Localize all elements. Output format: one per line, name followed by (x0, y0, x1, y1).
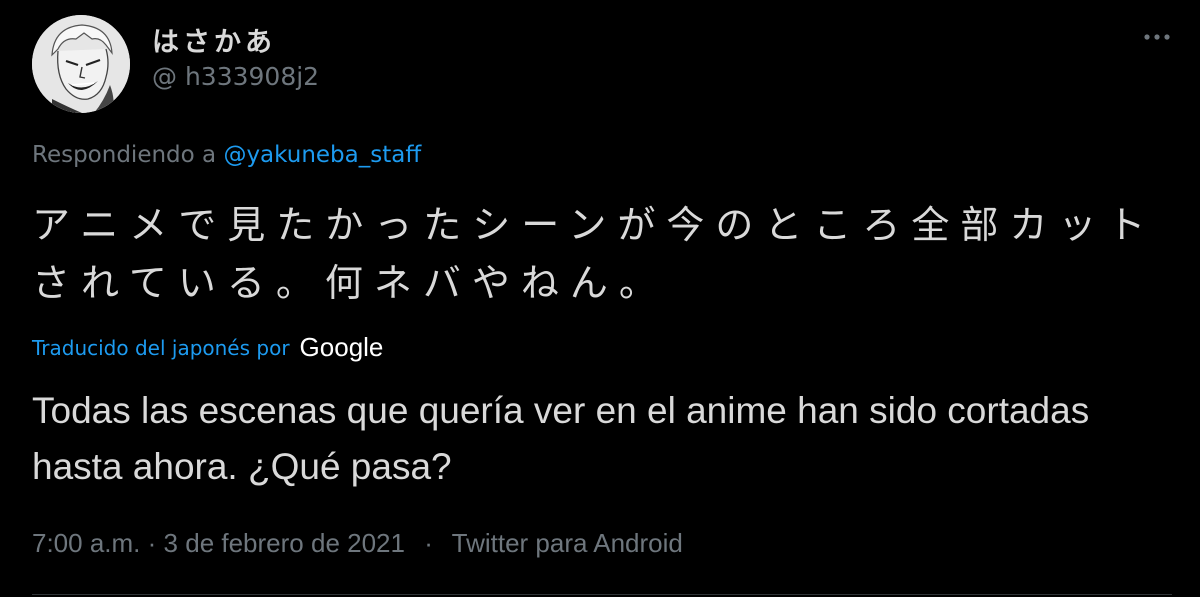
tweet-time-link[interactable]: 7:00 a.m. (32, 528, 140, 558)
avatar[interactable] (32, 15, 130, 113)
more-dots-icon (1144, 34, 1170, 40)
tweet-source-link[interactable]: Twitter para Android (452, 528, 683, 558)
meta-dot-separator: · (424, 528, 433, 558)
replying-to: Respondiendo a @yakuneba_staff (32, 142, 421, 168)
author-handle[interactable]: @ h333908j2 (152, 62, 319, 91)
translation-attribution-label: Traducido del japonés por (32, 335, 290, 360)
translation-attribution[interactable]: Traducido del japonés por Google (32, 332, 383, 363)
tweet: はさかあ @ h333908j2 Respondiendo a @yakuneb… (0, 0, 1200, 597)
divider (32, 594, 1172, 595)
more-options-button[interactable] (1135, 22, 1179, 52)
google-logo: Google (299, 332, 384, 362)
meta-dot-separator: · (147, 528, 157, 558)
replying-to-mention-link[interactable]: @yakuneba_staff (223, 142, 421, 168)
author-display-name[interactable]: はさかあ (152, 20, 276, 59)
tweet-date-link[interactable]: 3 de febrero de 2021 (164, 528, 405, 558)
replying-to-label: Respondiendo a (32, 142, 217, 168)
tweet-meta: 7:00 a.m. · 3 de febrero de 2021 · Twitt… (32, 528, 683, 559)
avatar-manga-face-icon (32, 15, 130, 113)
tweet-translated-text: Todas las escenas que quería ver en el a… (32, 390, 1090, 487)
tweet-original-text: アニメで見たかったシーンが今のところ全部カットされている。何ネバやねん。 (32, 203, 1157, 305)
